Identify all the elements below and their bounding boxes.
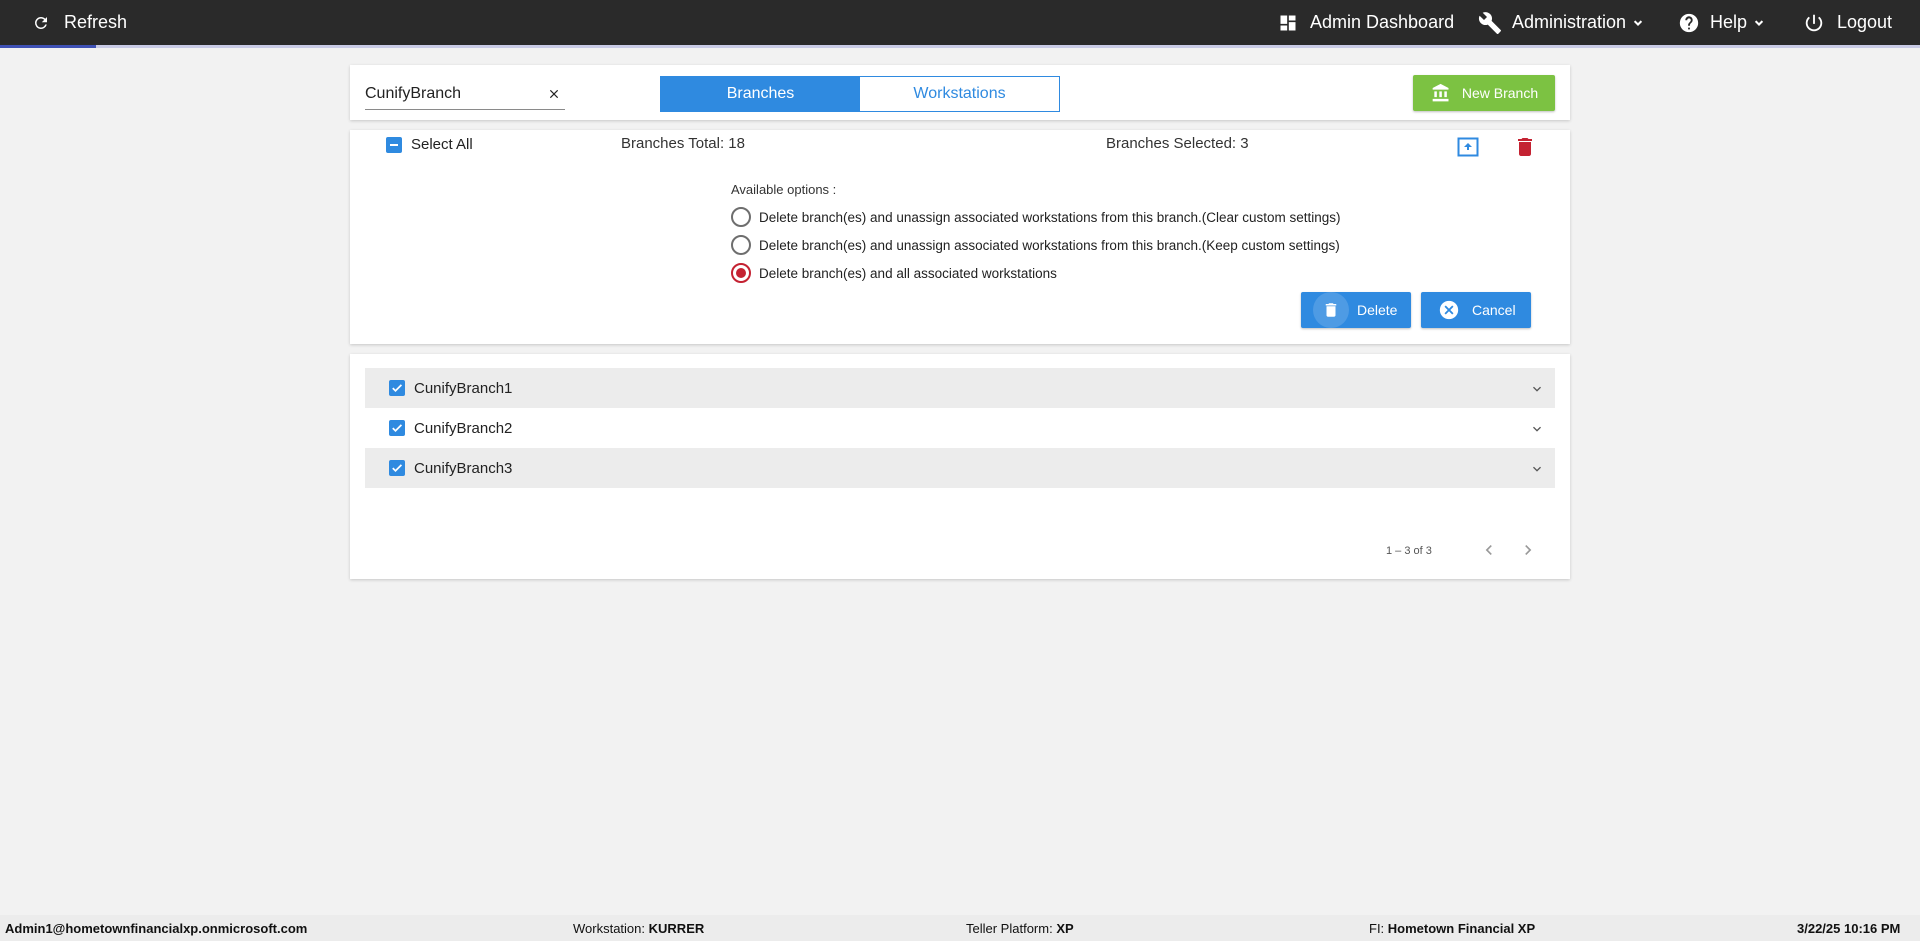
select-all-label: Select All xyxy=(411,136,473,153)
chevron-down-icon[interactable] xyxy=(1529,381,1545,397)
wrench-icon xyxy=(1478,11,1501,34)
option-label: Delete branch(es) and all associated wor… xyxy=(759,265,1057,281)
available-options-label: Available options : xyxy=(731,182,837,197)
pagination-range: 1 – 3 of 3 xyxy=(1386,545,1432,557)
help-label: Help xyxy=(1710,12,1748,32)
help-menu[interactable]: Help xyxy=(1678,0,1766,45)
chevron-down-icon xyxy=(1633,19,1643,26)
upload-icon xyxy=(1457,137,1479,157)
branch-name: CunifyBranch2 xyxy=(414,419,513,437)
status-workstation: Workstation: KURRER xyxy=(573,921,704,936)
power-icon xyxy=(1805,14,1823,31)
branch-row[interactable]: CunifyBranch3 xyxy=(365,448,1555,488)
cancel-label: Cancel xyxy=(1472,302,1516,318)
radio-button xyxy=(731,235,751,255)
chevron-down-icon[interactable] xyxy=(1529,461,1545,477)
branch-name: CunifyBranch3 xyxy=(414,459,513,477)
status-workstation-value: KURRER xyxy=(648,921,705,936)
tab-branches[interactable]: Branches xyxy=(661,77,860,111)
branch-row[interactable]: CunifyBranch1 xyxy=(365,368,1555,408)
close-icon[interactable] xyxy=(547,87,561,101)
logout-button[interactable]: Logout xyxy=(1803,0,1892,45)
radio-button-selected xyxy=(731,263,751,283)
status-teller-platform-value: XP xyxy=(1056,921,1074,936)
checkbox-checked-icon[interactable] xyxy=(389,380,405,396)
branch-name: CunifyBranch1 xyxy=(414,379,513,397)
delete-option-keep-custom[interactable]: Delete branch(es) and unassign associate… xyxy=(731,235,1340,255)
upload-button[interactable] xyxy=(1456,135,1480,164)
option-label: Delete branch(es) and unassign associate… xyxy=(759,237,1340,253)
checkbox-checked-icon[interactable] xyxy=(389,460,405,476)
chevron-right-icon[interactable] xyxy=(1518,540,1538,560)
status-datetime: 3/22/25 10:16 PM xyxy=(1797,921,1901,936)
status-fi-value: Hometown Financial XP xyxy=(1387,921,1536,936)
bank-icon xyxy=(1432,83,1449,102)
search-input[interactable] xyxy=(365,81,535,107)
logout-label: Logout xyxy=(1837,12,1893,32)
admin-dashboard-label: Admin Dashboard xyxy=(1310,12,1455,32)
loading-progress-fill xyxy=(0,45,96,48)
indeterminate-checkbox-icon xyxy=(386,136,402,153)
delete-option-all-workstations[interactable]: Delete branch(es) and all associated wor… xyxy=(731,263,1057,283)
chevron-down-icon[interactable] xyxy=(1529,421,1545,437)
bulk-delete-panel: Select All Branches Total: 18 Branches S… xyxy=(350,130,1570,344)
new-branch-label: New Branch xyxy=(1461,85,1539,101)
delete-button[interactable]: Delete xyxy=(1301,292,1411,328)
trash-icon xyxy=(1313,292,1349,328)
tab-workstations[interactable]: Workstations xyxy=(860,77,1059,111)
branches-total: Branches Total: 18 xyxy=(621,135,745,152)
status-fi-label: FI: xyxy=(1369,921,1385,936)
option-label: Delete branch(es) and unassign associate… xyxy=(759,209,1341,225)
view-tabs: Branches Workstations xyxy=(660,76,1060,112)
refresh-button[interactable]: Refresh xyxy=(32,0,127,45)
status-user: Admin1@hometownfinancialxp.onmicrosoft.c… xyxy=(5,921,308,936)
top-bar: Refresh Admin Dashboard Administration H… xyxy=(0,0,1920,48)
checkbox-checked-icon[interactable] xyxy=(389,420,405,436)
status-teller-platform: Teller Platform: XP xyxy=(966,921,1074,936)
new-branch-button[interactable]: New Branch xyxy=(1413,75,1555,111)
refresh-icon xyxy=(35,16,47,29)
branch-list: CunifyBranch1 CunifyBranch2 CunifyBranch… xyxy=(350,354,1570,579)
cancel-icon xyxy=(1438,299,1460,321)
cancel-button[interactable]: Cancel xyxy=(1421,292,1531,328)
dashboard-icon xyxy=(1280,15,1296,30)
delete-label: Delete xyxy=(1357,302,1398,318)
status-workstation-label: Workstation: xyxy=(573,921,646,936)
branch-row[interactable]: CunifyBranch2 xyxy=(365,408,1555,448)
status-bar: Admin1@hometownfinancialxp.onmicrosoft.c… xyxy=(0,915,1920,941)
delete-option-clear-custom[interactable]: Delete branch(es) and unassign associate… xyxy=(731,207,1341,227)
status-fi: FI: Hometown Financial XP xyxy=(1369,921,1535,936)
branches-selected: Branches Selected: 3 xyxy=(1106,135,1249,152)
select-all-checkbox[interactable]: Select All xyxy=(386,136,473,153)
search-toolbar: Branches Workstations New Branch xyxy=(350,65,1570,120)
help-icon xyxy=(1679,13,1699,32)
search-field xyxy=(365,79,565,110)
administration-menu[interactable]: Administration xyxy=(1478,0,1645,45)
bulk-delete-button[interactable] xyxy=(1513,135,1537,164)
chevron-down-icon xyxy=(1754,19,1764,26)
trash-icon xyxy=(1518,138,1532,156)
refresh-label: Refresh xyxy=(64,12,128,32)
loading-progress-bar xyxy=(0,45,1920,48)
admin-dashboard-link[interactable]: Admin Dashboard xyxy=(1278,0,1454,45)
administration-label: Administration xyxy=(1512,12,1627,32)
radio-button xyxy=(731,207,751,227)
chevron-left-icon[interactable] xyxy=(1479,540,1499,560)
status-teller-platform-label: Teller Platform: xyxy=(966,921,1053,936)
